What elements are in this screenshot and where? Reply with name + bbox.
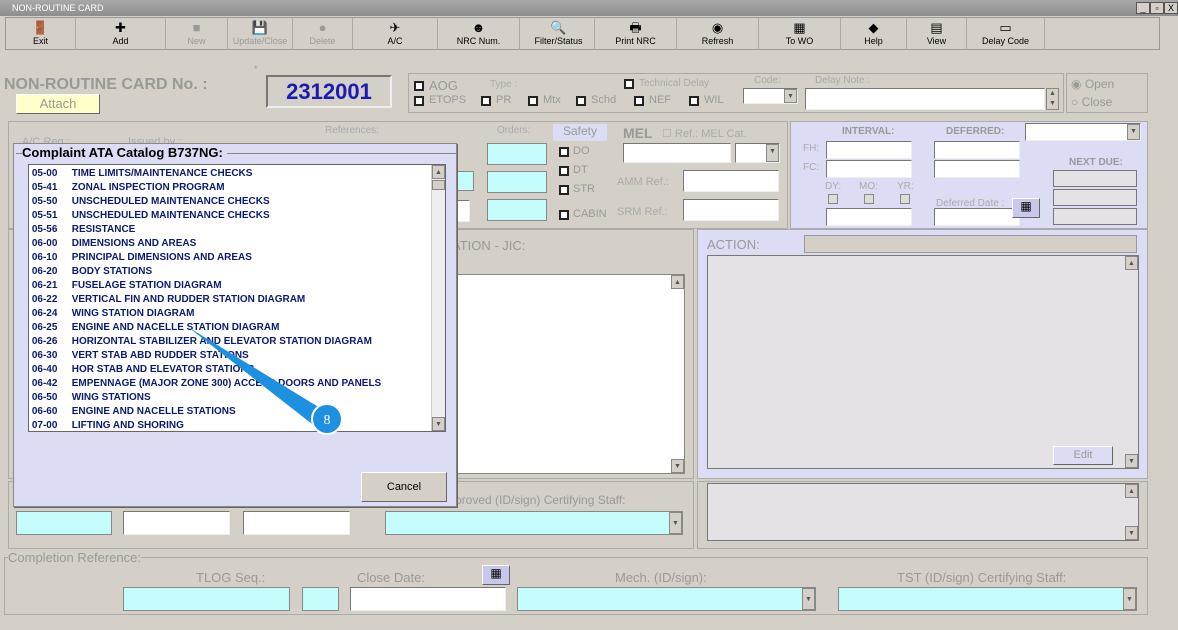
- callout-number: 8: [324, 413, 331, 428]
- callout-overlay: 8: [188, 327, 343, 435]
- callout-pointer: [188, 327, 320, 424]
